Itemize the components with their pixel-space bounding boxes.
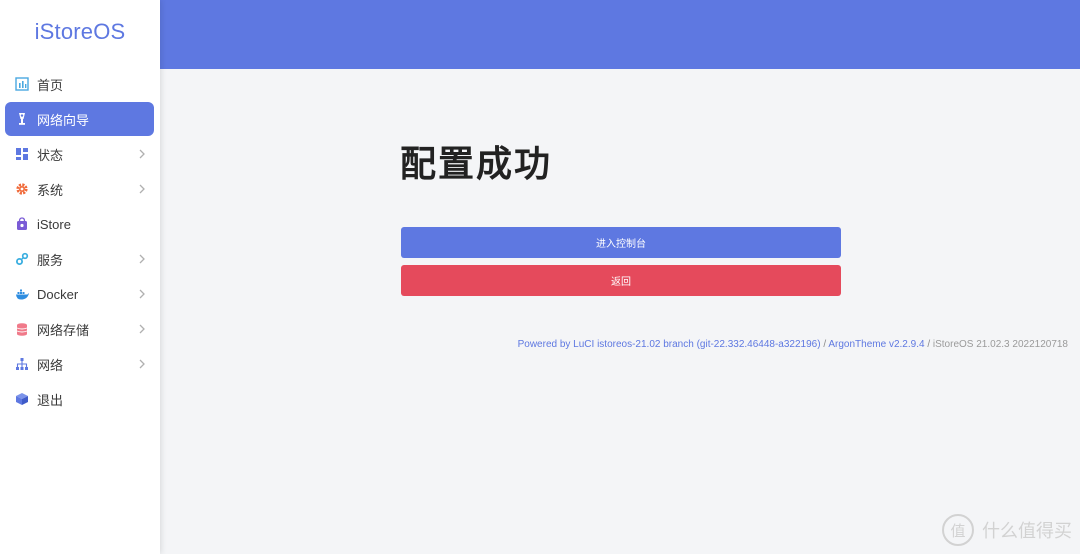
- docker-icon: [15, 287, 29, 301]
- main-content: 配置成功 进入控制台 返回 Powered by LuCI istoreos-2…: [160, 69, 1080, 554]
- watermark: 值 什么值得买: [942, 514, 1072, 546]
- sidebar-item-storage[interactable]: 网络存储: [5, 312, 154, 346]
- sidebar-item-label: 网络存储: [37, 322, 90, 338]
- sidebar-menu: 首页 网络向导 状态 系统 iStore 服务 Docker 网络存储 网络 退…: [0, 67, 160, 416]
- sidebar: iStoreOS 首页 网络向导 状态 系统 iStore 服务 Docker …: [0, 0, 160, 554]
- footer-separator: /: [924, 339, 933, 350]
- footer: Powered by LuCI istoreos-21.02 branch (g…: [518, 339, 1068, 350]
- brand-logo[interactable]: iStoreOS: [0, 0, 160, 64]
- storage-icon: [15, 322, 29, 336]
- sidebar-item-label: 网络: [37, 357, 64, 373]
- wizard-icon: [15, 112, 29, 126]
- dashboard-icon: [15, 77, 29, 91]
- sidebar-item-label: 系统: [37, 182, 64, 198]
- sidebar-item-system[interactable]: 系统: [5, 172, 154, 206]
- sidebar-item-status[interactable]: 状态: [5, 137, 154, 171]
- chevron-right-icon: [139, 254, 145, 264]
- chevron-right-icon: [139, 289, 145, 299]
- sidebar-item-label: 状态: [37, 147, 64, 163]
- sidebar-item-label: 服务: [37, 252, 64, 268]
- chevron-right-icon: [139, 184, 145, 194]
- sidebar-item-label: 首页: [37, 77, 64, 93]
- sidebar-item-wizard[interactable]: 网络向导: [5, 102, 154, 136]
- logout-cube-icon: [15, 392, 29, 406]
- sidebar-item-label: iStore: [37, 216, 71, 232]
- chevron-right-icon: [139, 324, 145, 334]
- sidebar-item-services[interactable]: 服务: [5, 242, 154, 276]
- sidebar-item-network[interactable]: 网络: [5, 347, 154, 381]
- chevron-right-icon: [139, 149, 145, 159]
- sidebar-item-docker[interactable]: Docker: [5, 277, 154, 311]
- sidebar-item-label: 网络向导: [37, 112, 90, 128]
- sidebar-item-label: Docker: [37, 286, 79, 302]
- enter-console-button[interactable]: 进入控制台: [401, 227, 841, 258]
- watermark-logo-icon: 值: [942, 514, 974, 546]
- watermark-text: 什么值得买: [982, 521, 1072, 542]
- footer-powered-link[interactable]: Powered by LuCI istoreos-21.02 branch (g…: [518, 339, 821, 350]
- header-bar: [160, 0, 1080, 69]
- status-grid-icon: [15, 147, 29, 161]
- page-title: 配置成功: [400, 144, 553, 185]
- sidebar-item-istore[interactable]: iStore: [5, 207, 154, 241]
- footer-theme-link[interactable]: ArgonTheme v2.2.9.4: [828, 339, 924, 350]
- services-icon: [15, 252, 29, 266]
- sidebar-item-logout[interactable]: 退出: [5, 382, 154, 416]
- footer-version: iStoreOS 21.02.3 2022120718: [932, 339, 1068, 350]
- sidebar-item-home[interactable]: 首页: [5, 67, 154, 101]
- store-bag-icon: [15, 217, 29, 231]
- back-button[interactable]: 返回: [401, 265, 841, 296]
- sidebar-item-label: 退出: [37, 392, 64, 408]
- network-tree-icon: [15, 357, 29, 371]
- chevron-right-icon: [139, 359, 145, 369]
- gear-icon: [15, 182, 29, 196]
